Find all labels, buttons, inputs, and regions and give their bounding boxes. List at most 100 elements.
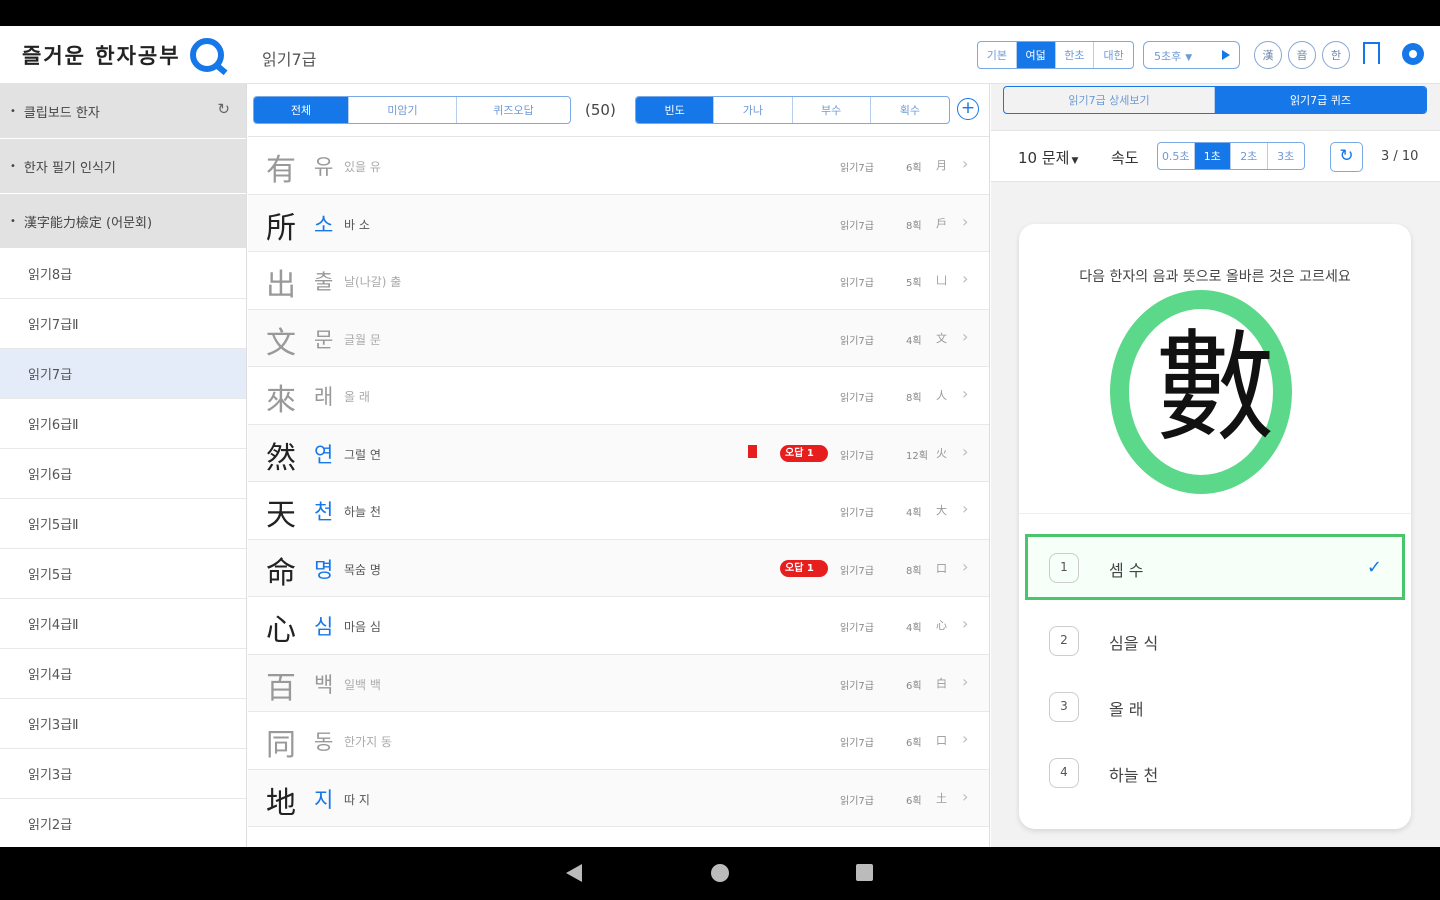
hanja-row[interactable]: 心 심 마음 심 읽기7급 4획 心 › — [248, 597, 989, 655]
row-hanja: 百 — [266, 670, 296, 706]
row-reading: 소 — [314, 212, 334, 237]
filter-bar: 전체 미암기 퀴즈오답 (50) 빈도 가나 부수 획수 + — [248, 84, 989, 137]
answer-option[interactable]: 3 올 래 — [1025, 673, 1405, 739]
row-meaning: 있을 유 — [344, 160, 381, 174]
speed-option[interactable]: 2초 — [1231, 143, 1268, 169]
row-hanja: 命 — [266, 555, 296, 591]
add-button[interactable]: + — [957, 98, 979, 120]
sound-toggle-button[interactable]: 音 — [1288, 41, 1316, 69]
sidebar-item[interactable]: 읽기3급Ⅱ — [0, 699, 246, 749]
hanja-row[interactable]: 然 연 그럴 연 오답 1 읽기7급 12획 火 › — [248, 424, 989, 482]
row-radical: 火 — [936, 446, 947, 460]
sort-radical[interactable]: 부수 — [793, 97, 871, 123]
hanja-row[interactable]: 天 천 하늘 천 읽기7급 4획 大 › — [248, 482, 989, 540]
font-mode-option[interactable]: 기본 — [978, 42, 1017, 68]
chevron-right-icon: › — [962, 384, 969, 403]
chevron-right-icon: › — [962, 671, 969, 691]
bookmark-icon[interactable] — [1363, 42, 1380, 66]
refresh-icon[interactable]: ↻ — [217, 100, 230, 118]
sort-alphabetical[interactable]: 가나 — [714, 97, 793, 123]
row-meaning: 올 래 — [344, 390, 370, 404]
speed-option[interactable]: 0.5초 — [1158, 143, 1195, 169]
row-radical: 戶 — [936, 216, 947, 230]
tab-detail[interactable]: 읽기7급 상세보기 — [1004, 87, 1215, 113]
sidebar-item[interactable]: 읽기7급Ⅱ — [0, 299, 246, 349]
sidebar-item[interactable]: 읽기6급Ⅱ — [0, 399, 246, 449]
answer-option[interactable]: 4 하늘 천 — [1025, 739, 1405, 805]
font-mode-option[interactable]: 한초 — [1056, 42, 1095, 68]
sidebar-category-handwriting[interactable]: 한자 필기 인식기 — [0, 139, 246, 194]
font-mode-option[interactable]: 대한 — [1094, 42, 1133, 68]
back-icon[interactable] — [566, 864, 582, 882]
app-header: 즐거운 한자공부 읽기7급 기본 여덟 한초 대한 5초후 ▼ 漢 音 한 — [0, 26, 1440, 84]
row-meaning: 그럴 연 — [344, 447, 381, 462]
sort-frequency[interactable]: 빈도 — [636, 97, 715, 123]
system-status-bar — [0, 0, 1440, 26]
sidebar-item[interactable]: 읽기6급 — [0, 449, 246, 499]
hanja-row[interactable]: 文 문 글월 문 읽기7급 4획 文 › — [248, 309, 989, 367]
option-text: 심을 식 — [1109, 634, 1159, 653]
page-title: 읽기7급 — [262, 50, 317, 69]
row-radical: 白 — [936, 676, 947, 690]
hanja-row[interactable]: 出 출 날(나갈) 출 읽기7급 5획 凵 › — [248, 252, 989, 310]
hanja-row[interactable]: 所소 바 소 읽기7급 8획 戶 › — [248, 194, 989, 252]
sidebar-item-selected[interactable]: 읽기7급 — [0, 349, 246, 399]
answer-option[interactable]: 2 심을 식 — [1025, 607, 1405, 673]
sidebar-item[interactable]: 읽기5급Ⅱ — [0, 499, 246, 549]
hanja-row[interactable]: 有 유 있을 유 읽기7급 6획 月 › — [248, 137, 989, 195]
row-level: 읽기7급 — [840, 278, 874, 289]
option-number: 2 — [1049, 626, 1079, 656]
sidebar-category-clipboard[interactable]: 클립보드 한자 ↻ — [0, 84, 246, 139]
sidebar-item[interactable]: 읽기4급 — [0, 649, 246, 699]
speed-option-selected[interactable]: 1초 — [1194, 143, 1231, 169]
logo-q-icon — [190, 38, 224, 72]
sidebar-item[interactable]: 읽기3급 — [0, 749, 246, 799]
sidebar-category-exam[interactable]: 漢字能力檢定 (어문회) — [0, 194, 246, 249]
sort-strokes[interactable]: 획수 — [871, 97, 949, 123]
filter-tab-unmemorized[interactable]: 미암기 — [349, 97, 457, 123]
font-mode-option-selected[interactable]: 여덟 — [1016, 42, 1056, 68]
row-strokes: 4획 — [906, 335, 922, 347]
auto-play-speed-select[interactable]: 5초후 ▼ — [1143, 41, 1240, 69]
row-meaning: 목숨 명 — [344, 562, 381, 577]
hangul-toggle-button[interactable]: 한 — [1322, 41, 1350, 69]
row-hanja: 心 — [266, 613, 296, 648]
home-icon[interactable] — [711, 864, 729, 882]
tab-quiz[interactable]: 읽기7급 퀴즈 — [1215, 87, 1426, 113]
sidebar-item[interactable]: 읽기8급 — [0, 249, 246, 299]
quiz-panel: 읽기7급 상세보기 읽기7급 퀴즈 10 문제 ▼ 속도 0.5초 1초 2초 3… — [991, 84, 1440, 847]
row-hanja: 同 — [266, 728, 296, 763]
answer-option-correct[interactable]: 1 셈 수 ✓ — [1025, 534, 1405, 600]
retry-icon[interactable]: ↻ — [1330, 142, 1363, 172]
question-count-select[interactable]: 10 문제 ▼ — [1018, 147, 1078, 168]
option-text: 하늘 천 — [1109, 766, 1159, 785]
hanja-toggle-button[interactable]: 漢 — [1254, 41, 1282, 69]
sidebar-item[interactable]: 읽기4급Ⅱ — [0, 599, 246, 649]
row-reading: 지 — [314, 787, 334, 812]
filter-tab-quiz-wrong[interactable]: 퀴즈오답 — [457, 97, 570, 123]
hanja-row[interactable]: 來래 올 래 읽기7급 8획 人 › — [248, 367, 989, 425]
play-icon[interactable] — [1222, 50, 1230, 60]
row-level: 읽기7급 — [840, 508, 874, 519]
row-level: 읽기7급 — [840, 623, 874, 634]
recent-apps-icon[interactable] — [856, 864, 873, 881]
filter-tab-all[interactable]: 전체 — [254, 97, 349, 123]
speed-option[interactable]: 3초 — [1268, 143, 1304, 169]
row-meaning: 날(나갈) 출 — [344, 275, 402, 289]
sort-tabs: 빈도 가나 부수 획수 — [635, 96, 950, 124]
hanja-rows: 有 유 있을 유 읽기7급 6획 月 › 所 소 바 소 읽기7급 8획 戶 › 出 출 날(나갈) 출 읽기7급… — [248, 137, 989, 827]
row-hanja: 所 — [266, 210, 296, 246]
chevron-right-icon: › — [962, 269, 969, 288]
row-strokes: 8획 — [906, 393, 922, 404]
hanja-row[interactable]: 同 동 한가지 동 읽기7급 6획 口 › — [248, 712, 989, 770]
app-window: 즐거운 한자공부 읽기7급 기본 여덟 한초 대한 5초후▼ 漢 音 한 클립보… — [0, 26, 1440, 847]
gear-icon[interactable] — [1402, 43, 1424, 65]
caret-down-icon: ▼ — [1185, 53, 1193, 63]
hanja-row[interactable]: 地지 따 지 읽기7급 6획 土 › — [248, 769, 989, 827]
hanja-row[interactable]: 命 명 목숨 명 오답 1 읽기7급 8획 口 › — [248, 539, 989, 597]
row-hanja: 天 — [266, 498, 296, 533]
sidebar-item[interactable]: 읽기2급 — [0, 799, 246, 847]
sidebar-item[interactable]: 읽기5급 — [0, 549, 246, 599]
hanja-row[interactable]: 百 백 일백 백 읽기7급 6획 白 › — [248, 654, 989, 712]
option-number: 1 — [1049, 553, 1079, 583]
